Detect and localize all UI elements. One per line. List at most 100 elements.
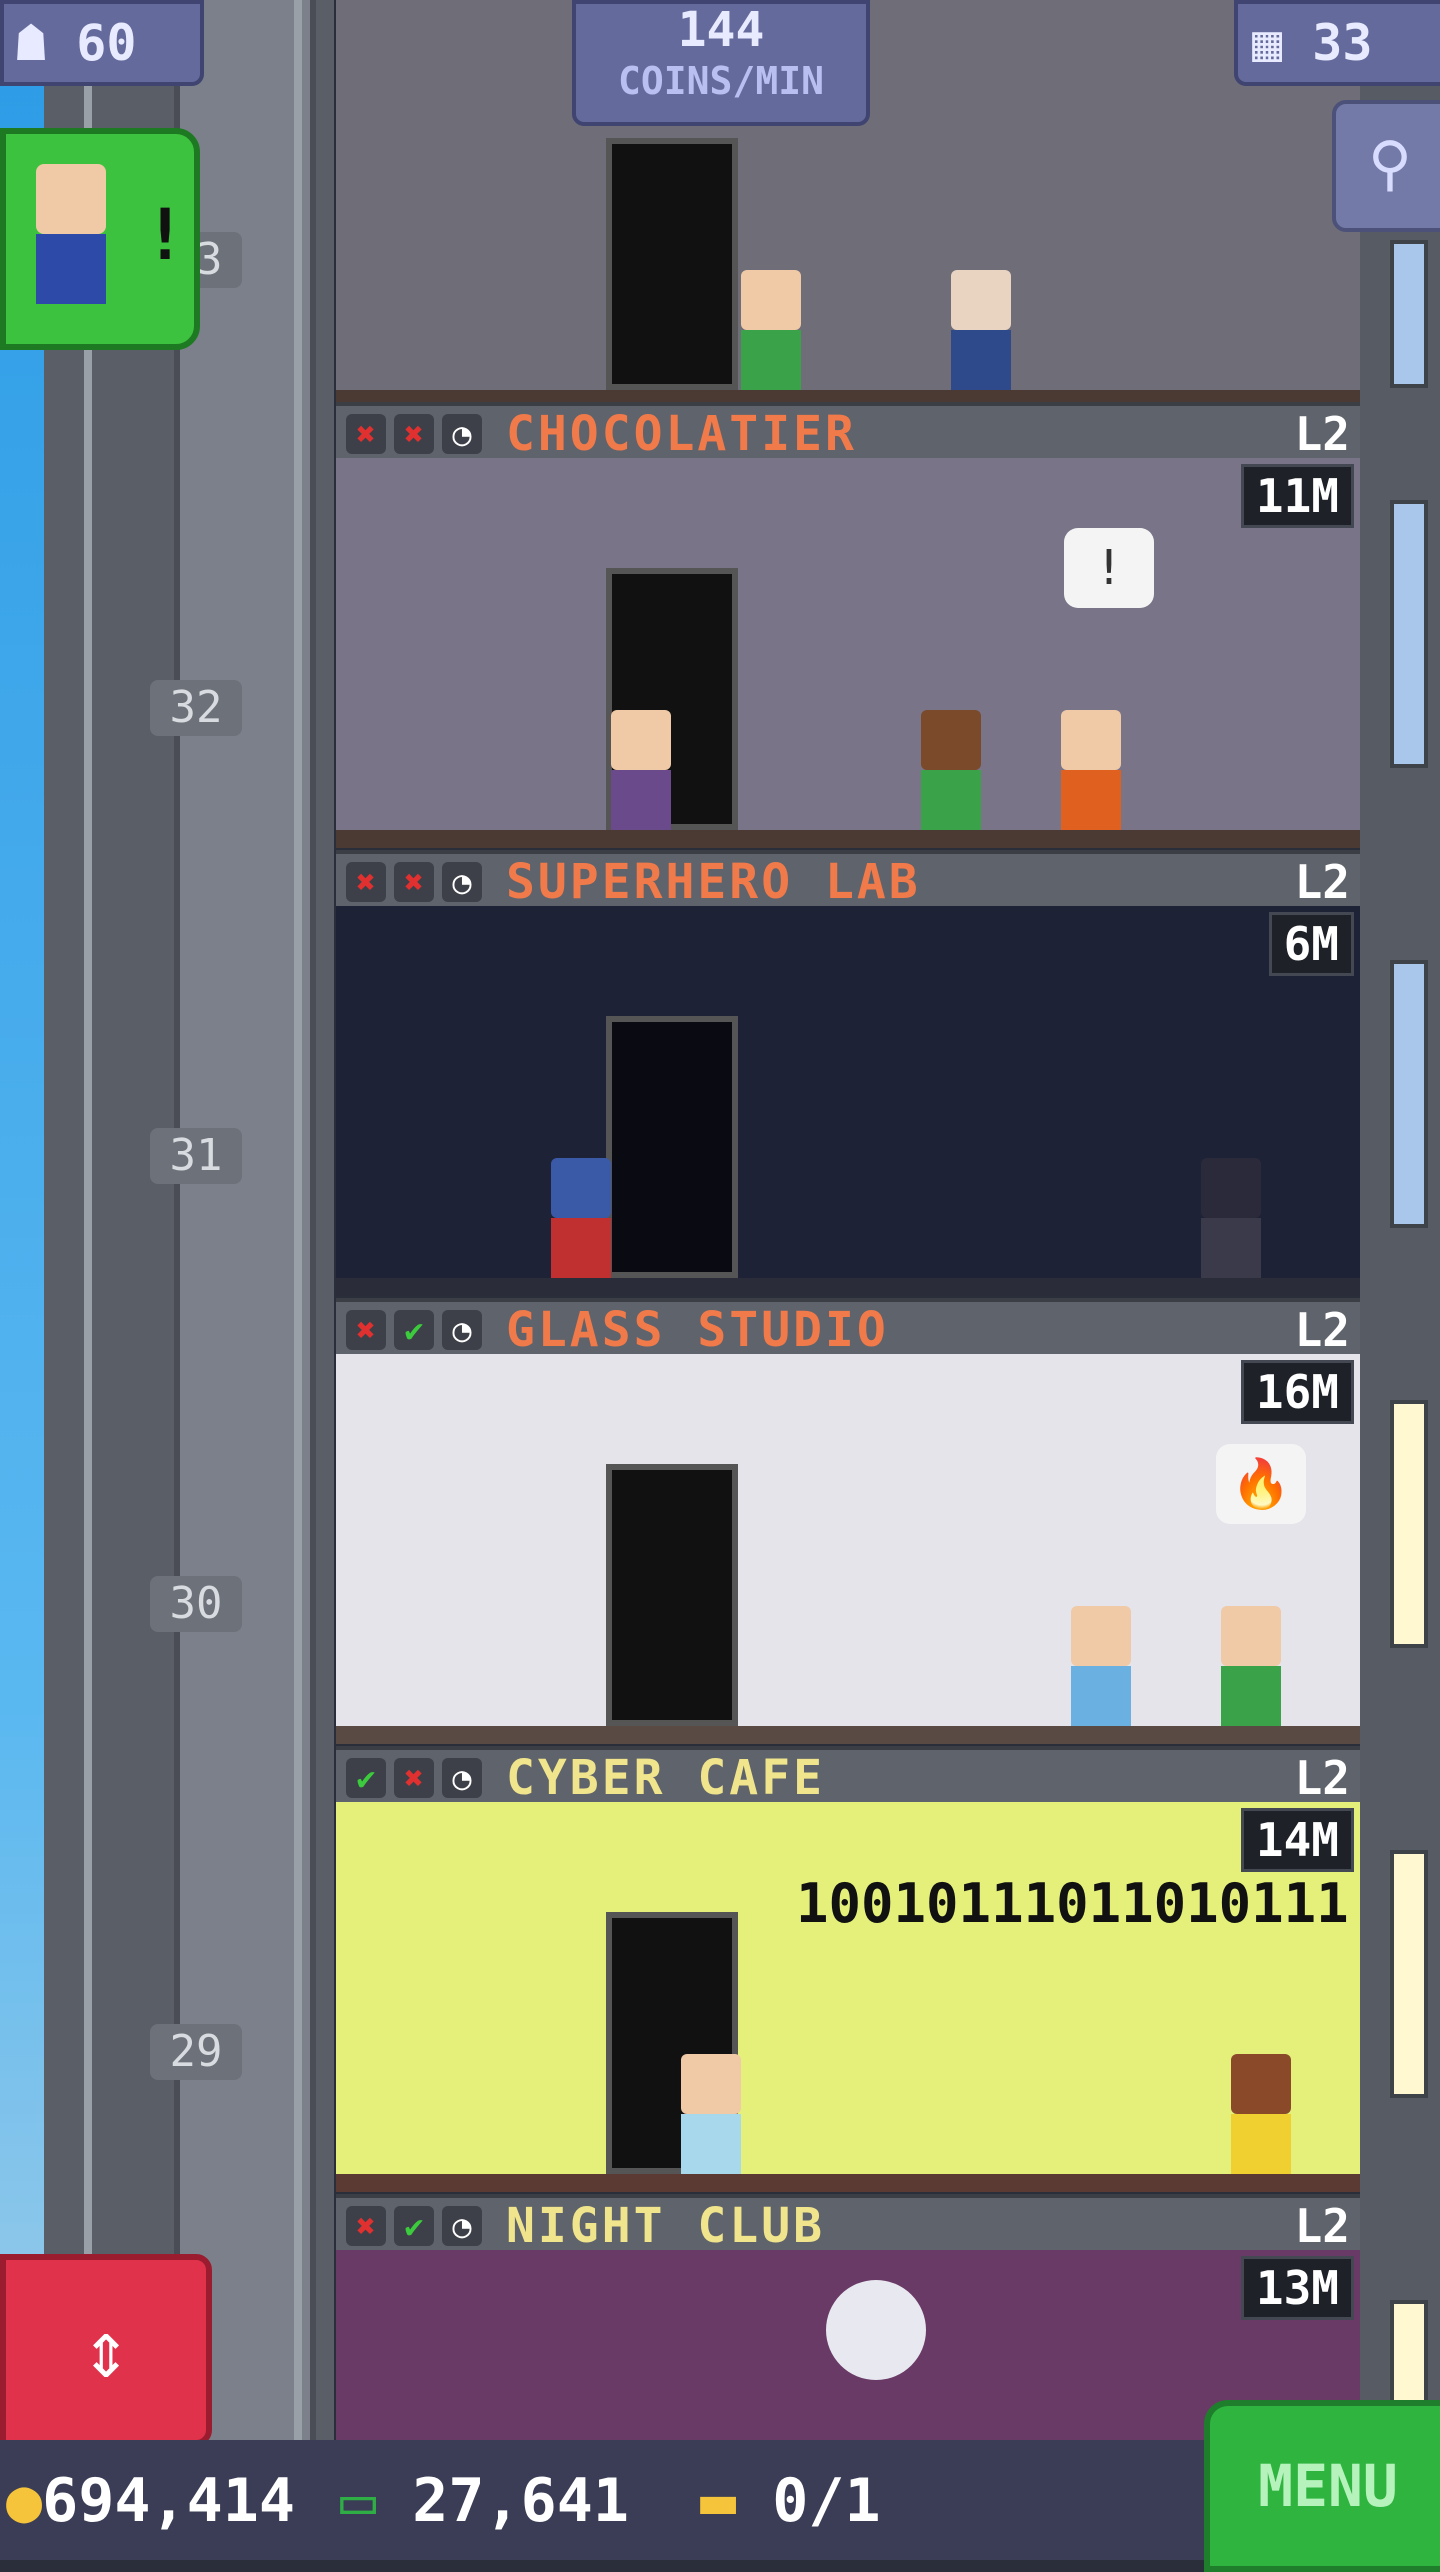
floor-header: ✖ ✖ ◔ SUPERHERO LAB L2 bbox=[336, 850, 1360, 910]
floor-name: SUPERHERO LAB bbox=[506, 854, 921, 910]
floor-header: ✔ ✖ ◔ CYBER CAFE L2 bbox=[336, 1746, 1360, 1806]
floor-value-badge: 11M bbox=[1240, 464, 1354, 528]
clock-icon: ◔ bbox=[442, 1310, 482, 1350]
resident[interactable] bbox=[1066, 1606, 1136, 1726]
stock-status-icon: ✖ bbox=[346, 414, 386, 454]
resident[interactable] bbox=[1056, 710, 1126, 830]
speech-bubble[interactable]: 🔥 bbox=[1216, 1444, 1306, 1524]
visitor-avatar bbox=[36, 164, 106, 234]
resident[interactable] bbox=[606, 710, 676, 830]
magnifier-icon: ⚲ bbox=[1368, 129, 1412, 199]
resident[interactable] bbox=[1226, 2054, 1296, 2174]
floor-room bbox=[336, 906, 1360, 1296]
floor-name: CYBER CAFE bbox=[506, 1750, 825, 1806]
floor-number-31: 31 bbox=[150, 1128, 242, 1184]
floor-door bbox=[606, 1464, 738, 1726]
resident[interactable] bbox=[736, 270, 806, 390]
floor-header: ✖ ✖ ◔ CHOCOLATIER L2 bbox=[336, 402, 1360, 462]
floor-cyber-cafe[interactable]: ✔ ✖ ◔ CYBER CAFE L2 10010111011010111 14… bbox=[336, 1746, 1360, 2192]
floor-stock-status: ✔ ✖ ◔ bbox=[346, 1758, 482, 1798]
floor-value-badge: 14M bbox=[1240, 1808, 1354, 1872]
elevator-rail bbox=[84, 0, 92, 2440]
stock-status-icon: ✖ bbox=[394, 1758, 434, 1798]
floor-level: L2 bbox=[1294, 855, 1350, 909]
menu-button[interactable]: MENU bbox=[1204, 2400, 1440, 2572]
coin-icon: ● bbox=[6, 2466, 43, 2536]
floor-name: NIGHT CLUB bbox=[506, 2198, 825, 2254]
floor-header: ✖ ✔ ◔ NIGHT CLUB L2 bbox=[336, 2194, 1360, 2254]
visitor-button[interactable]: ! bbox=[0, 128, 200, 350]
floor-value-badge: 13M bbox=[1240, 2256, 1354, 2320]
resident[interactable] bbox=[916, 710, 986, 830]
floors-counter[interactable]: ▦ 33 bbox=[1234, 0, 1440, 86]
floor-level: L2 bbox=[1294, 407, 1350, 461]
resident[interactable] bbox=[676, 2054, 746, 2174]
floor-slab bbox=[336, 830, 1360, 848]
floor-stock-status: ✖ ✖ ◔ bbox=[346, 414, 482, 454]
coins-value: 694,414 bbox=[42, 2466, 295, 2536]
floor-door bbox=[606, 138, 738, 390]
floor-number-30: 30 bbox=[150, 1576, 242, 1632]
stock-status-icon: ✖ bbox=[394, 414, 434, 454]
elevator-button[interactable]: ⇕ bbox=[0, 2254, 212, 2446]
disco-ball bbox=[826, 2280, 926, 2380]
floor-slab bbox=[336, 1278, 1360, 1296]
coins-per-min-label: COINS/MIN bbox=[618, 59, 824, 103]
person-icon: ☗ bbox=[16, 14, 47, 72]
stock-status-icon: ✖ bbox=[394, 862, 434, 902]
resident[interactable] bbox=[946, 270, 1016, 390]
stock-status-icon: ✖ bbox=[346, 1310, 386, 1350]
floor-stock-status: ✖ ✖ ◔ bbox=[346, 862, 482, 902]
bux-icon: ▭ bbox=[340, 2466, 377, 2536]
floor-level: L2 bbox=[1294, 1303, 1350, 1357]
floor-chocolatier[interactable]: ✖ ✖ ◔ CHOCOLATIER L2 ! 11M bbox=[336, 402, 1360, 848]
floor-level: L2 bbox=[1294, 1751, 1350, 1805]
window bbox=[1390, 1850, 1428, 2098]
floor-slab bbox=[336, 1726, 1360, 1744]
floor-header: ✖ ✔ ◔ GLASS STUDIO L2 bbox=[336, 1298, 1360, 1358]
floor-room: 10010111011010111 bbox=[336, 1802, 1360, 2192]
zoom-button[interactable]: ⚲ bbox=[1332, 100, 1440, 232]
alert-icon: ! bbox=[144, 194, 187, 276]
floors-count-value: 33 bbox=[1312, 14, 1373, 72]
population-counter[interactable]: ☗ 60 bbox=[0, 0, 204, 86]
coins-display[interactable]: ●694,414 bbox=[6, 2466, 295, 2536]
up-down-arrows-icon: ⇕ bbox=[81, 2303, 131, 2396]
resident[interactable] bbox=[1196, 1158, 1266, 1278]
vip-display[interactable]: ▬ 0/1 bbox=[700, 2466, 881, 2536]
stock-status-icon: ✔ bbox=[394, 2206, 434, 2246]
coins-per-min-value: 144 bbox=[677, 2, 765, 58]
floor-number-29: 29 bbox=[150, 2024, 242, 2080]
resident[interactable] bbox=[1216, 1606, 1286, 1726]
bux-display[interactable]: ▭ 27,641 bbox=[340, 2466, 629, 2536]
population-value: 60 bbox=[76, 14, 137, 72]
window bbox=[1390, 1400, 1428, 1648]
binary-wall-text: 10010111011010111 bbox=[796, 1872, 1349, 1935]
resident[interactable] bbox=[546, 1158, 616, 1278]
stock-status-icon: ✔ bbox=[346, 1758, 386, 1798]
clock-icon: ◔ bbox=[442, 414, 482, 454]
clock-icon: ◔ bbox=[442, 862, 482, 902]
floor-name: GLASS STUDIO bbox=[506, 1302, 889, 1358]
building-icon: ▦ bbox=[1252, 14, 1283, 72]
floor-glass-studio[interactable]: ✖ ✔ ◔ GLASS STUDIO L2 🔥 16M bbox=[336, 1298, 1360, 1744]
elevator-rail bbox=[294, 0, 302, 2440]
sky-background bbox=[0, 0, 44, 2440]
stock-status-icon: ✖ bbox=[346, 2206, 386, 2246]
visitor-avatar-body bbox=[36, 234, 106, 304]
floor-stock-status: ✖ ✔ ◔ bbox=[346, 2206, 482, 2246]
window bbox=[1390, 960, 1428, 1228]
floor-stock-status: ✖ ✔ ◔ bbox=[346, 1310, 482, 1350]
floor-night-club[interactable]: ✖ ✔ ◔ NIGHT CLUB L2 13M bbox=[336, 2194, 1360, 2440]
vip-value: 0/1 bbox=[772, 2466, 881, 2536]
floor-slab bbox=[336, 2174, 1360, 2192]
floor-value-badge: 6M bbox=[1268, 912, 1354, 976]
stock-status-icon: ✔ bbox=[394, 1310, 434, 1350]
floor-superhero-lab[interactable]: ✖ ✖ ◔ SUPERHERO LAB L2 6M bbox=[336, 850, 1360, 1296]
clock-icon: ◔ bbox=[442, 1758, 482, 1798]
speech-bubble[interactable]: ! bbox=[1064, 528, 1154, 608]
floor-name: CHOCOLATIER bbox=[506, 406, 857, 462]
window bbox=[1390, 240, 1428, 388]
floor-room: 🔥 bbox=[336, 1354, 1360, 1744]
floor-room: ! bbox=[336, 458, 1360, 848]
